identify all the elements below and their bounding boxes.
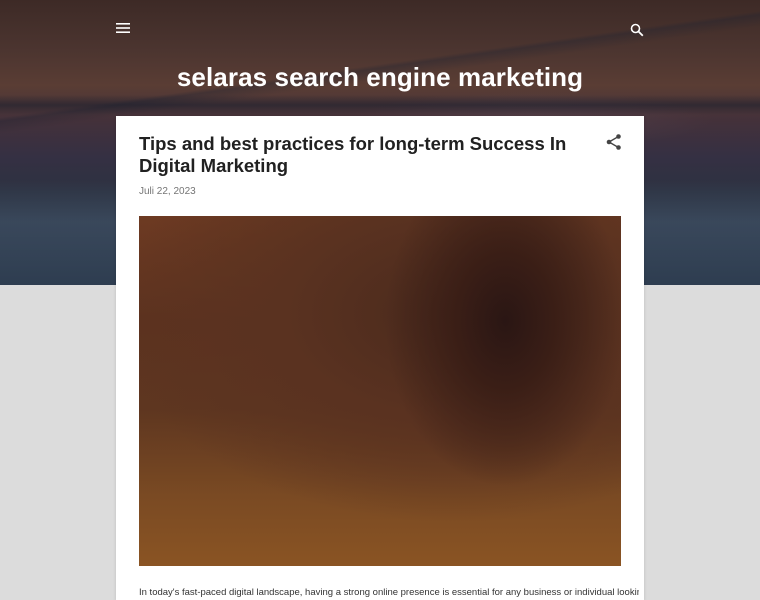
post-date[interactable]: Juli 22, 2023	[139, 186, 196, 197]
post-featured-image[interactable]	[139, 216, 621, 566]
post-excerpt: In today's fast-paced digital landscape,…	[139, 587, 639, 598]
post-card: Tips and best practices for long-term Su…	[116, 116, 644, 600]
search-icon[interactable]	[625, 18, 649, 42]
hamburger-menu-icon[interactable]	[111, 16, 135, 40]
share-icon[interactable]	[604, 132, 624, 152]
post-title[interactable]: Tips and best practices for long-term Su…	[139, 133, 599, 177]
blog-title[interactable]: selaras search engine marketing	[0, 62, 760, 93]
